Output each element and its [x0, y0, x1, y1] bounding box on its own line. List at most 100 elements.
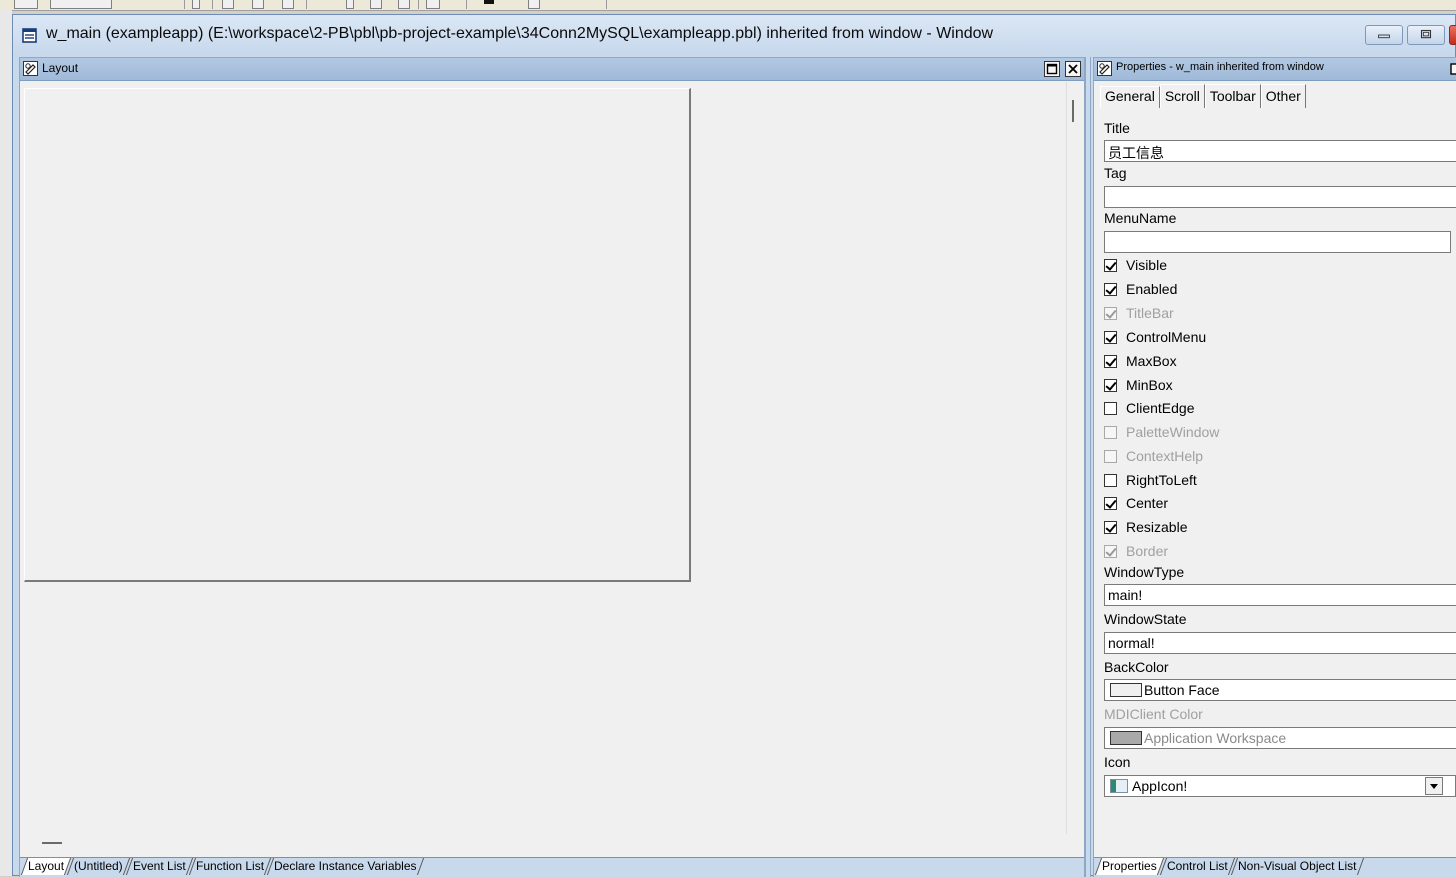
toolbar-button[interactable]: [192, 0, 200, 9]
checkbox-minbox[interactable]: MinBox: [1104, 375, 1173, 395]
checkbox-righttoleft[interactable]: RightToLeft: [1104, 470, 1197, 490]
tab-event-list[interactable]: Event List: [125, 858, 193, 875]
windowtype-field[interactable]: main!: [1104, 584, 1456, 606]
mdiclientcolor-field: Application Workspace: [1104, 727, 1456, 749]
tab-layout[interactable]: Layout: [20, 858, 72, 875]
chevron-down-icon[interactable]: [1425, 777, 1443, 795]
window-title: w_main (exampleapp) (E:\workspace\2-PB\p…: [46, 25, 994, 42]
vertical-scroll-thumb[interactable]: [1072, 100, 1074, 122]
tab-declare-instance-variables[interactable]: Declare Instance Variables: [266, 858, 424, 875]
checkbox-enabled[interactable]: Enabled: [1104, 279, 1177, 299]
painter-window: w_main (exampleapp) (E:\workspace\2-PB\p…: [12, 14, 1456, 877]
toolbar-button[interactable]: [370, 0, 382, 9]
tag-field[interactable]: [1104, 186, 1456, 208]
toolbar-button[interactable]: [14, 0, 38, 9]
color-icon[interactable]: [484, 0, 494, 4]
checkbox-box[interactable]: [1104, 496, 1117, 510]
properties-bottom-tabs: Properties Control List Non-Visual Objec…: [1094, 857, 1456, 877]
tag-label: Tag: [1104, 165, 1127, 181]
minimize-button[interactable]: [1365, 25, 1403, 45]
backcolor-swatch: [1110, 683, 1142, 697]
checkbox-box[interactable]: [1104, 330, 1117, 344]
tab-toolbar[interactable]: Toolbar: [1204, 84, 1261, 108]
checkbox-label: Resizable: [1126, 519, 1188, 535]
toolbar-button[interactable]: [528, 0, 540, 9]
checkbox-label: PaletteWindow: [1126, 424, 1220, 440]
icon-dropdown[interactable]: AppIcon!: [1104, 775, 1456, 797]
align-right-icon[interactable]: [282, 0, 294, 9]
tab-function-list[interactable]: Function List: [188, 858, 271, 875]
checkbox-clientedge[interactable]: ClientEdge: [1104, 398, 1195, 418]
tab-untitled[interactable]: (Untitled): [67, 858, 130, 875]
icon-value: AppIcon!: [1132, 778, 1188, 794]
toolbar-button[interactable]: [426, 0, 440, 9]
checkbox-maxbox[interactable]: MaxBox: [1104, 351, 1177, 371]
checkbox-box: [1104, 306, 1117, 320]
checkbox-box[interactable]: [1104, 378, 1117, 392]
checkbox-box[interactable]: [1104, 258, 1117, 272]
properties-pane-header[interactable]: Properties - w_main inherited from windo…: [1094, 58, 1456, 81]
title-field[interactable]: 员工信息: [1104, 140, 1456, 162]
restore-button[interactable]: [1407, 25, 1445, 45]
checkbox-resizable[interactable]: Resizable: [1104, 517, 1187, 537]
checkbox-visible[interactable]: Visible: [1104, 255, 1167, 275]
tab-scroll[interactable]: Scroll: [1159, 84, 1205, 108]
menuname-field[interactable]: [1104, 231, 1451, 253]
toolbar-separator: [212, 0, 213, 9]
checkbox-palettewindow: PaletteWindow: [1104, 422, 1219, 442]
toolbar-dropdown[interactable]: [50, 0, 112, 9]
windowstate-field[interactable]: normal!: [1104, 632, 1456, 654]
layout-canvas[interactable]: [20, 82, 1067, 834]
close-pane-icon[interactable]: [1065, 61, 1081, 77]
checkbox-controlmenu[interactable]: ControlMenu: [1104, 327, 1206, 347]
appicon-icon: [1110, 779, 1128, 793]
maximize-pane-icon[interactable]: [1044, 61, 1060, 77]
tab-label: Non-Visual Object List: [1237, 859, 1357, 873]
menuname-label: MenuName: [1104, 210, 1177, 226]
checkbox-contexthelp: ContextHelp: [1104, 446, 1203, 466]
properties-pane-title: Properties - w_main inherited from windo…: [1116, 61, 1324, 73]
align-center-icon[interactable]: [252, 0, 264, 9]
layout-pane-title: Layout: [42, 61, 79, 75]
icon-label: Icon: [1104, 754, 1131, 770]
checkbox-label: Border: [1126, 543, 1169, 559]
tab-control-list[interactable]: Control List: [1159, 858, 1235, 875]
tab-general[interactable]: General: [1100, 86, 1160, 108]
checkbox-box: [1104, 449, 1117, 463]
toolbar-button[interactable]: [346, 0, 354, 9]
windowtype-label: WindowType: [1104, 564, 1185, 580]
toolbar-separator: [466, 0, 467, 9]
checkbox-label: Visible: [1126, 257, 1167, 273]
layout-pane-header[interactable]: Layout: [20, 58, 1084, 81]
toolbar-separator: [184, 0, 185, 9]
window-title-bar[interactable]: w_main (exampleapp) (E:\workspace\2-PB\p…: [13, 15, 1456, 55]
maximize-pane-icon[interactable]: [1450, 63, 1456, 75]
backcolor-field[interactable]: Button Face: [1104, 679, 1456, 701]
windowstate-label: WindowState: [1104, 611, 1187, 627]
checkbox-center[interactable]: Center: [1104, 493, 1168, 513]
align-left-icon[interactable]: [222, 0, 234, 9]
checkbox-box[interactable]: [1104, 401, 1117, 415]
tab-other[interactable]: Other: [1260, 84, 1306, 108]
checkbox-label: ClientEdge: [1126, 400, 1195, 416]
checkbox-label: Center: [1126, 495, 1169, 511]
close-button[interactable]: [1449, 25, 1456, 45]
mdiclientcolor-swatch: [1110, 731, 1142, 745]
checkbox-box[interactable]: [1104, 282, 1117, 296]
design-window-surface[interactable]: [24, 88, 691, 582]
checkbox-box[interactable]: [1104, 354, 1117, 368]
horizontal-scroll-thumb[interactable]: [42, 842, 62, 844]
toolbar-button[interactable]: [398, 0, 410, 9]
tab-non-visual-object-list[interactable]: Non-Visual Object List: [1230, 858, 1364, 875]
pane-splitter[interactable]: [1085, 57, 1091, 877]
checkbox-box[interactable]: [1104, 520, 1117, 534]
checkbox-label: ContextHelp: [1126, 448, 1204, 464]
checkbox-box[interactable]: [1104, 473, 1117, 487]
tab-label: Declare Instance Variables: [274, 859, 417, 873]
tab-properties[interactable]: Properties: [1094, 858, 1164, 875]
checkbox-label: RightToLeft: [1126, 472, 1197, 488]
frame-left-edge: [0, 10, 12, 876]
backcolor-label: BackColor: [1104, 659, 1169, 675]
checkbox-label: Enabled: [1126, 281, 1178, 297]
checkbox-label: MinBox: [1126, 377, 1173, 393]
